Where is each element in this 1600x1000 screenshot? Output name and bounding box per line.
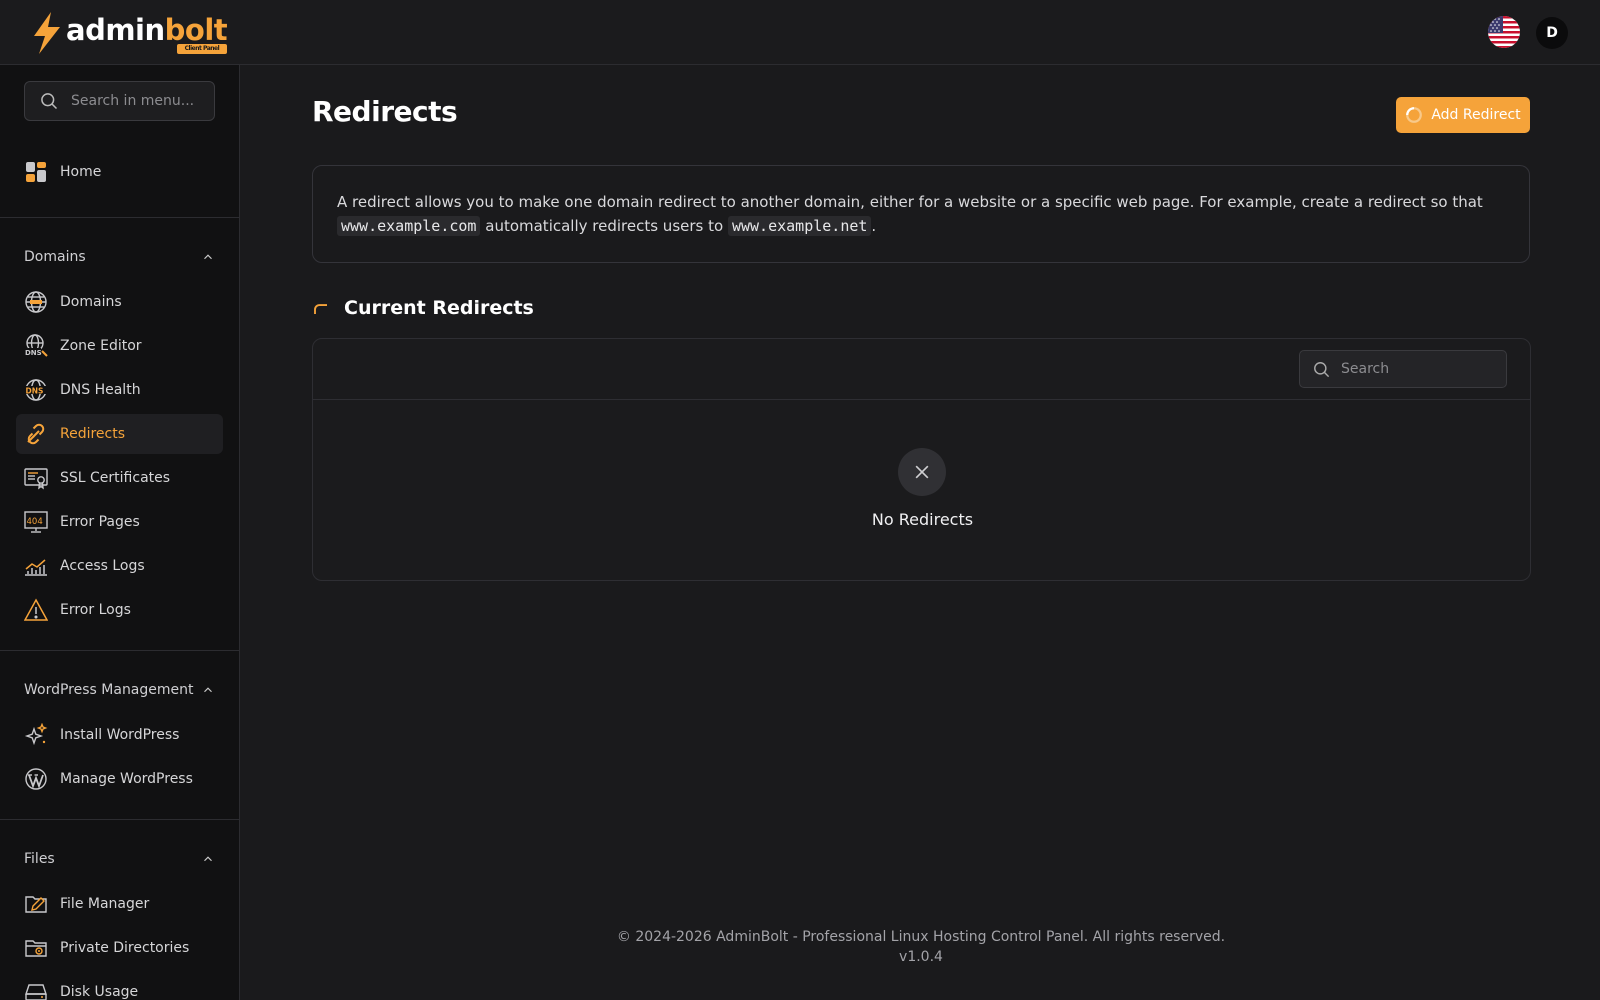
link-icon bbox=[24, 422, 48, 446]
table-search-input[interactable] bbox=[1341, 361, 1501, 377]
footer-version: v1.0.4 bbox=[899, 949, 943, 965]
sidebar-item-access-logs[interactable]: Access Logs bbox=[16, 546, 223, 586]
sidebar-item-label: DNS Health bbox=[60, 382, 141, 398]
sidebar-item-ssl-certificates[interactable]: SSL Certificates bbox=[16, 458, 223, 498]
section-title: Files bbox=[24, 851, 55, 867]
sidebar-item-manage-wordpress[interactable]: Manage WordPress bbox=[16, 759, 223, 799]
sidebar-item-label: Install WordPress bbox=[60, 727, 180, 743]
add-redirect-label: Add Redirect bbox=[1431, 107, 1521, 123]
sidebar-item-label: Error Pages bbox=[60, 514, 140, 530]
section-title: Domains bbox=[24, 249, 86, 265]
divider bbox=[0, 217, 239, 218]
brand-logo[interactable]: adminbolt Client Panel bbox=[30, 12, 228, 54]
sidebar-item-private-directories[interactable]: Private Directories bbox=[16, 928, 223, 968]
sidebar-item-label: SSL Certificates bbox=[60, 470, 171, 486]
table-toolbar bbox=[313, 339, 1530, 400]
close-icon bbox=[915, 465, 929, 479]
section-header-files[interactable]: Files bbox=[24, 847, 215, 871]
sidebar-item-label: File Manager bbox=[60, 896, 150, 912]
page-title: Redirects bbox=[312, 95, 458, 128]
code-example-com: www.example.com bbox=[337, 216, 481, 236]
warning-icon bbox=[24, 598, 48, 622]
folder-edit-icon bbox=[24, 892, 48, 916]
404-monitor-icon: 404 bbox=[24, 510, 48, 534]
brand-badge: Client Panel bbox=[176, 44, 228, 54]
bolt-logo-icon bbox=[34, 12, 60, 54]
section-title: WordPress Management bbox=[24, 682, 194, 698]
sidebar-item-label: Domains bbox=[60, 294, 122, 310]
svg-text:404: 404 bbox=[27, 517, 43, 527]
user-avatar[interactable]: D bbox=[1536, 17, 1568, 49]
home-grid-icon bbox=[24, 160, 48, 184]
sidebar-item-redirects[interactable]: Redirects bbox=[16, 414, 223, 454]
section-title-current-redirects: Current Redirects bbox=[312, 297, 534, 319]
search-icon bbox=[1314, 361, 1330, 377]
chevron-up-icon bbox=[204, 856, 212, 862]
sidebar-search-input[interactable] bbox=[71, 93, 211, 109]
chart-icon bbox=[24, 554, 48, 578]
sidebar-item-home[interactable]: Home bbox=[16, 152, 223, 192]
footer: © 2024-2026 AdminBolt - Professional Lin… bbox=[312, 927, 1530, 967]
divider bbox=[0, 650, 239, 651]
sidebar-item-label: Disk Usage bbox=[60, 984, 139, 1000]
sidebar-item-zone-editor[interactable]: DNS Zone Editor bbox=[16, 326, 223, 366]
folder-lock-icon bbox=[24, 936, 48, 960]
sidebar-item-dns-health[interactable]: DNS DNS Health bbox=[16, 370, 223, 410]
empty-state-icon bbox=[898, 448, 946, 496]
certificate-icon bbox=[24, 466, 48, 490]
sidebar-item-label: Zone Editor bbox=[60, 338, 142, 354]
sidebar: Home Domains Domains DNS Zone Editor DNS… bbox=[0, 65, 240, 1000]
dns-globe-icon: DNS bbox=[24, 378, 48, 402]
sidebar-item-file-manager[interactable]: File Manager bbox=[16, 884, 223, 924]
chevron-up-icon bbox=[204, 687, 212, 693]
sparkle-icon bbox=[24, 723, 48, 747]
disk-icon bbox=[24, 980, 48, 1000]
sidebar-item-install-wordpress[interactable]: Install WordPress bbox=[16, 715, 223, 755]
svg-text:DNS: DNS bbox=[25, 349, 42, 357]
loading-arc-icon bbox=[314, 304, 327, 314]
dns-zone-icon: DNS bbox=[24, 334, 48, 358]
section-header-wordpress[interactable]: WordPress Management bbox=[24, 678, 215, 702]
brand-name-part1: admin bbox=[66, 13, 165, 47]
sidebar-item-label: Manage WordPress bbox=[60, 771, 193, 787]
loading-spinner-icon bbox=[1406, 107, 1423, 123]
sidebar-item-error-pages[interactable]: 404 Error Pages bbox=[16, 502, 223, 542]
info-card: A redirect allows you to make one domain… bbox=[312, 165, 1530, 263]
footer-copyright: © 2024-2026 AdminBolt - Professional Lin… bbox=[616, 929, 1226, 945]
search-icon bbox=[41, 93, 58, 110]
svg-text:DNS: DNS bbox=[26, 387, 44, 396]
add-redirect-button[interactable]: Add Redirect bbox=[1396, 97, 1530, 133]
redirects-table: No Redirects bbox=[312, 338, 1531, 581]
us-flag-icon[interactable] bbox=[1488, 16, 1520, 48]
top-bar: adminbolt Client Panel D bbox=[0, 0, 1600, 65]
info-text: A redirect allows you to make one domain… bbox=[337, 193, 1483, 211]
empty-state-text: No Redirects bbox=[871, 510, 974, 529]
section-header-domains[interactable]: Domains bbox=[24, 245, 215, 269]
sidebar-item-label: Home bbox=[60, 164, 102, 180]
sidebar-item-label: Redirects bbox=[60, 426, 126, 442]
sidebar-item-label: Error Logs bbox=[60, 602, 131, 618]
divider bbox=[0, 819, 239, 820]
info-text: automatically redirects users to bbox=[485, 217, 724, 235]
sidebar-item-label: Access Logs bbox=[60, 558, 145, 574]
chevron-up-icon bbox=[204, 254, 212, 260]
sidebar-item-disk-usage[interactable]: Disk Usage bbox=[16, 972, 223, 1000]
sidebar-item-error-logs[interactable]: Error Logs bbox=[16, 590, 223, 630]
info-text: . bbox=[871, 217, 877, 235]
main-content: Redirects Add Redirect A redirect allows… bbox=[241, 65, 1600, 1000]
globe-icon bbox=[24, 290, 48, 314]
sidebar-item-domains[interactable]: Domains bbox=[16, 282, 223, 322]
brand-name-part2: bolt bbox=[164, 13, 228, 47]
code-example-net: www.example.net bbox=[727, 216, 872, 236]
table-search[interactable] bbox=[1299, 350, 1507, 388]
wordpress-icon bbox=[24, 767, 48, 791]
sidebar-item-label: Private Directories bbox=[60, 940, 190, 956]
sidebar-search[interactable] bbox=[24, 81, 215, 121]
